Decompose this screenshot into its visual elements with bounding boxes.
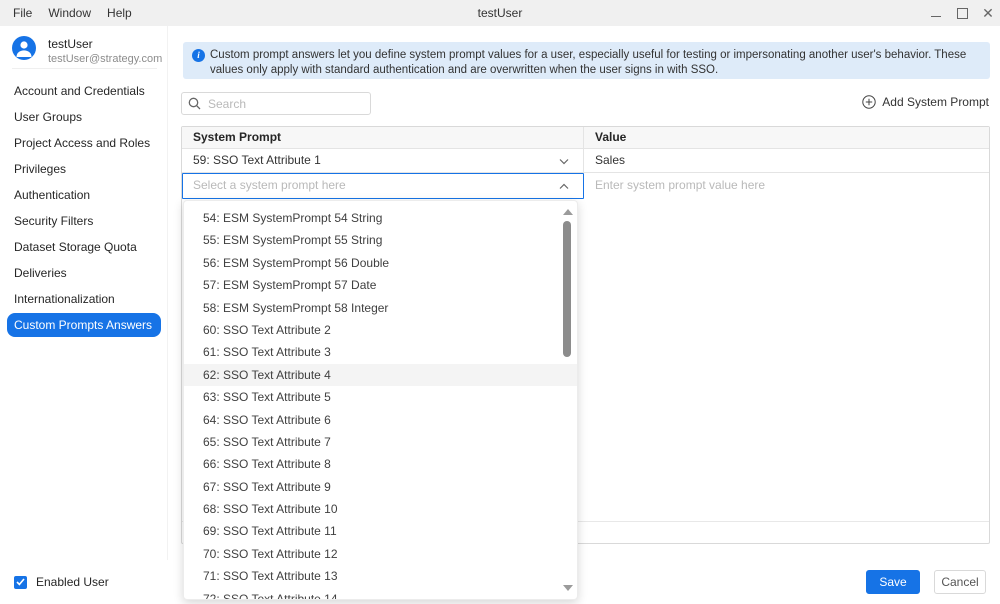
enabled-user-checkbox[interactable] xyxy=(14,576,27,589)
column-header-value: Value xyxy=(584,127,989,148)
prompt-select-row2[interactable]: Select a system prompt here xyxy=(182,173,584,199)
enabled-user-label: Enabled User xyxy=(36,575,109,589)
prompt-select-row1[interactable]: 59: SSO Text Attribute 1 xyxy=(182,149,584,172)
sidebar-nav: Account and Credentials User Groups Proj… xyxy=(0,78,168,338)
cancel-button[interactable]: Cancel xyxy=(934,570,986,594)
enabled-user-control: Enabled User xyxy=(14,575,109,589)
dropdown-option[interactable]: 60: SSO Text Attribute 2 xyxy=(184,319,577,341)
sidebar-item-internationalization[interactable]: Internationalization xyxy=(0,286,168,312)
window-controls: ✕ xyxy=(930,0,994,26)
dropdown-option[interactable]: 69: SSO Text Attribute 11 xyxy=(184,520,577,542)
user-avatar-icon xyxy=(12,36,36,60)
table-row: 59: SSO Text Attribute 1 Sales xyxy=(182,149,989,173)
user-name: testUser xyxy=(48,37,162,52)
search-box xyxy=(181,92,371,115)
info-banner: i Custom prompt answers let you define s… xyxy=(183,42,990,79)
dropdown-scrollbar[interactable] xyxy=(561,205,573,595)
sidebar: testUser testUser@strategy.com Account a… xyxy=(0,26,168,560)
system-prompt-dropdown: 54: ESM SystemPrompt 54 String 55: ESM S… xyxy=(183,200,578,600)
window-title: testUser xyxy=(0,6,1000,20)
info-banner-text: Custom prompt answers let you define sys… xyxy=(210,49,966,76)
value-row2-placeholder: Enter system prompt value here xyxy=(595,178,765,192)
menu-window[interactable]: Window xyxy=(40,6,99,20)
dropdown-option[interactable]: 55: ESM SystemPrompt 55 String xyxy=(184,229,577,251)
dropdown-option[interactable]: 70: SSO Text Attribute 12 xyxy=(184,543,577,565)
menubar: File Window Help xyxy=(0,6,140,20)
sidebar-item-privileges[interactable]: Privileges xyxy=(0,156,168,182)
value-row1-text: Sales xyxy=(595,153,625,167)
dropdown-option[interactable]: 68: SSO Text Attribute 10 xyxy=(184,498,577,520)
minimize-icon[interactable] xyxy=(930,7,942,19)
add-system-prompt-button[interactable]: Add System Prompt xyxy=(862,95,989,109)
sidebar-item-custom-prompts-answers[interactable]: Custom Prompts Answers xyxy=(7,313,161,337)
chevron-down-icon xyxy=(559,158,569,165)
app-window: File Window Help testUser ✕ testUser tes… xyxy=(0,0,1000,604)
dropdown-option-highlighted[interactable]: 62: SSO Text Attribute 4 xyxy=(184,364,577,386)
column-header-system-prompt: System Prompt xyxy=(182,127,584,148)
titlebar: File Window Help testUser ✕ xyxy=(0,0,1000,26)
table-header-row: System Prompt Value xyxy=(182,127,989,149)
dropdown-option[interactable]: 71: SSO Text Attribute 13 xyxy=(184,565,577,587)
plus-circle-icon xyxy=(862,95,876,109)
dropdown-option[interactable]: 65: SSO Text Attribute 7 xyxy=(184,431,577,453)
search-input[interactable] xyxy=(208,97,364,111)
dropdown-option[interactable]: 58: ESM SystemPrompt 58 Integer xyxy=(184,297,577,319)
dropdown-option[interactable]: 72: SSO Text Attribute 14 xyxy=(184,588,577,600)
value-input-row1[interactable]: Sales xyxy=(584,149,989,172)
value-input-row2[interactable]: Enter system prompt value here xyxy=(584,173,989,199)
sidebar-item-user-groups[interactable]: User Groups xyxy=(0,104,168,130)
dropdown-option[interactable]: 66: SSO Text Attribute 8 xyxy=(184,453,577,475)
sidebar-item-deliveries[interactable]: Deliveries xyxy=(0,260,168,286)
prompt-select-row2-placeholder: Select a system prompt here xyxy=(193,178,346,192)
user-email: testUser@strategy.com xyxy=(48,52,162,66)
dropdown-option[interactable]: 54: ESM SystemPrompt 54 String xyxy=(184,207,577,229)
chevron-up-icon xyxy=(559,183,569,190)
user-meta: testUser testUser@strategy.com xyxy=(48,36,162,66)
prompt-select-row1-value: 59: SSO Text Attribute 1 xyxy=(193,153,321,167)
search-icon xyxy=(188,97,201,110)
add-system-prompt-label: Add System Prompt xyxy=(882,95,989,109)
scrollbar-thumb[interactable] xyxy=(563,221,571,357)
sidebar-item-project-access-and-roles[interactable]: Project Access and Roles xyxy=(0,130,168,156)
menu-help[interactable]: Help xyxy=(99,6,140,20)
table-row: Select a system prompt here Enter system… xyxy=(182,173,989,199)
checkmark-icon xyxy=(16,578,25,586)
user-block: testUser testUser@strategy.com xyxy=(12,36,162,66)
dropdown-option[interactable]: 57: ESM SystemPrompt 57 Date xyxy=(184,274,577,296)
sidebar-item-account-and-credentials[interactable]: Account and Credentials xyxy=(0,78,168,104)
dropdown-option[interactable]: 63: SSO Text Attribute 5 xyxy=(184,386,577,408)
sidebar-divider xyxy=(12,68,157,69)
menu-file[interactable]: File xyxy=(5,6,40,20)
dropdown-option[interactable]: 61: SSO Text Attribute 3 xyxy=(184,341,577,363)
dropdown-option[interactable]: 64: SSO Text Attribute 6 xyxy=(184,409,577,431)
dropdown-option[interactable]: 67: SSO Text Attribute 9 xyxy=(184,476,577,498)
sidebar-item-authentication[interactable]: Authentication xyxy=(0,182,168,208)
sidebar-item-security-filters[interactable]: Security Filters xyxy=(0,208,168,234)
save-button[interactable]: Save xyxy=(866,570,920,594)
dropdown-option[interactable]: 56: ESM SystemPrompt 56 Double xyxy=(184,252,577,274)
scroll-up-icon[interactable] xyxy=(563,209,573,215)
sidebar-item-dataset-storage-quota[interactable]: Dataset Storage Quota xyxy=(0,234,168,260)
close-icon[interactable]: ✕ xyxy=(982,7,994,19)
scroll-down-icon[interactable] xyxy=(563,585,573,591)
maximize-icon[interactable] xyxy=(956,7,968,19)
info-icon: i xyxy=(192,49,205,62)
